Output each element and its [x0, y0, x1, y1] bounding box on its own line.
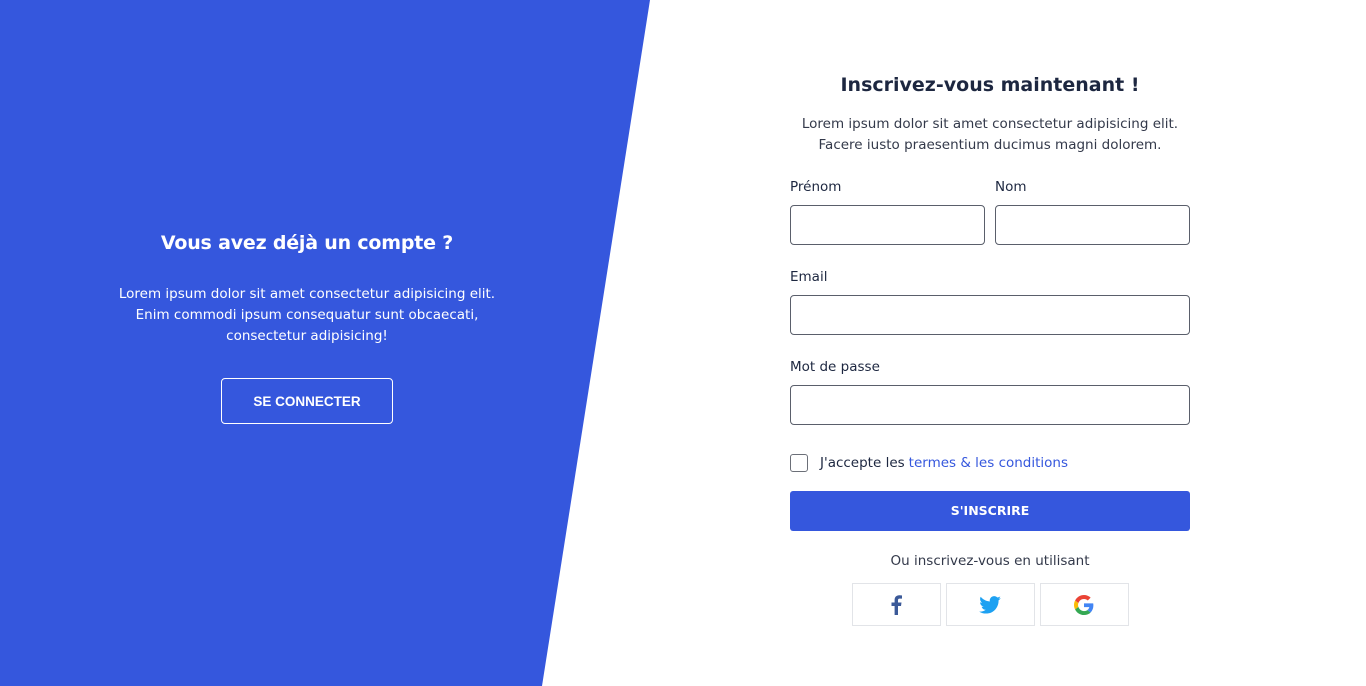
google-button[interactable]: [1039, 583, 1129, 626]
firstname-label: Prénom: [790, 179, 842, 195]
form-desc-line: Lorem ipsum dolor sit amet consectetur a…: [801, 116, 1179, 132]
social-signup-text: Ou inscrivez-vous en utilisant: [890, 553, 1090, 569]
login-prompt-title: Vous avez déjà un compte ?: [160, 232, 454, 254]
form-title: Inscrivez-vous maintenant !: [840, 74, 1140, 96]
login-prompt-description: Lorem ipsum dolor sit amet consectetur a…: [90, 284, 524, 347]
facebook-icon: [891, 594, 902, 615]
social-buttons: [790, 583, 1190, 626]
login-prompt-desc-line: Enim commodi ipsum consequatur sunt obca…: [135, 307, 479, 323]
firstname-input[interactable]: [790, 205, 985, 245]
password-field-group: Mot de passe: [790, 358, 1190, 425]
terms-row: J'accepte les termes & les conditions: [790, 452, 1190, 474]
password-input[interactable]: [790, 385, 1190, 425]
terms-text: J'accepte les termes & les conditions: [820, 455, 1068, 471]
name-row: Prénom Nom: [790, 178, 1190, 245]
email-input[interactable]: [790, 295, 1190, 335]
form-description: Lorem ipsum dolor sit amet consectetur a…: [790, 114, 1190, 156]
lastname-input[interactable]: [995, 205, 1190, 245]
facebook-button[interactable]: [851, 583, 941, 626]
terms-checkbox[interactable]: [790, 454, 808, 472]
login-prompt-desc-line: consectetur adipisicing!: [226, 328, 388, 344]
login-prompt-desc-line: Lorem ipsum dolor sit amet consectetur a…: [118, 286, 496, 302]
terms-link[interactable]: termes & les conditions: [909, 455, 1068, 471]
form-desc-line: Facere iusto praesentium ducimus magni d…: [818, 137, 1162, 153]
terms-prefix: J'accepte les: [820, 455, 905, 471]
google-icon: [1074, 594, 1094, 615]
password-label: Mot de passe: [790, 359, 880, 375]
login-button[interactable]: SE CONNECTER: [221, 378, 393, 424]
signup-form: Inscrivez-vous maintenant ! Lorem ipsum …: [790, 74, 1190, 626]
signup-page: Vous avez déjà un compte ? Lorem ipsum d…: [0, 0, 1366, 686]
signup-button[interactable]: S'INSCRIRE: [790, 491, 1190, 531]
login-prompt-section: Vous avez déjà un compte ? Lorem ipsum d…: [90, 232, 524, 424]
firstname-field-group: Prénom: [790, 178, 985, 245]
lastname-field-group: Nom: [995, 178, 1190, 245]
twitter-icon: [979, 595, 1001, 614]
lastname-label: Nom: [995, 179, 1027, 195]
email-field-group: Email: [790, 268, 1190, 335]
twitter-button[interactable]: [945, 583, 1035, 626]
email-label: Email: [790, 269, 828, 285]
